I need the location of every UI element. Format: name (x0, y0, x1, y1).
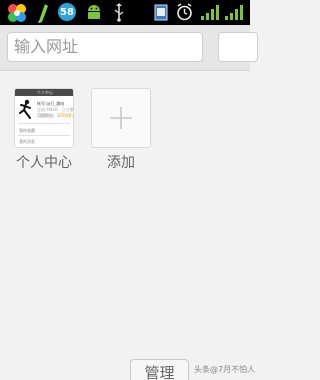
app-flower-icon (8, 4, 26, 22)
alarm-icon (177, 3, 192, 21)
preview-line: 可用积分：329点积 (37, 113, 73, 118)
signal-icon (225, 5, 243, 20)
tile-label-personal-center: 个人中心 (16, 155, 72, 171)
sms-icon (154, 4, 168, 21)
preview-points-label: 可用积分： (37, 113, 57, 118)
preview-divider (18, 135, 70, 136)
usb-icon (114, 3, 124, 22)
preview-line: 注册:MBEB · 已注册 (37, 107, 74, 112)
runner-icon (19, 99, 31, 119)
plus-icon (110, 107, 132, 129)
status-bar: 58 (0, 0, 250, 25)
watermark: 头条@7月不怕人 (194, 365, 256, 374)
tile-label-add: 添加 (107, 155, 135, 171)
badge-58-icon: 58 (58, 3, 76, 21)
preview-line: 帐号:@打_趣味 (37, 101, 65, 106)
preview-divider (18, 123, 70, 124)
preview-header-bar: 个人中心 (15, 89, 73, 96)
add-tile-button[interactable] (91, 88, 151, 148)
tile-personal-center[interactable]: 个人中心 帐号:@打_趣味 注册:MBEB · 已注册 可用积分：329点积 我… (14, 88, 74, 148)
signal-icon (201, 5, 219, 20)
preview-line: 我的收藏 (19, 128, 35, 133)
address-bar: 输入网址 (0, 25, 258, 71)
preview-points-value: 329点积 (57, 113, 73, 118)
url-input[interactable]: 输入网址 (7, 32, 203, 62)
preview-header-text: 个人中心 (37, 90, 53, 95)
preview-line: 我的消息 (19, 139, 35, 144)
manage-button[interactable]: 管理 (130, 359, 189, 380)
search-input[interactable] (218, 32, 258, 62)
pen-icon (38, 4, 48, 23)
android-icon (88, 5, 100, 19)
